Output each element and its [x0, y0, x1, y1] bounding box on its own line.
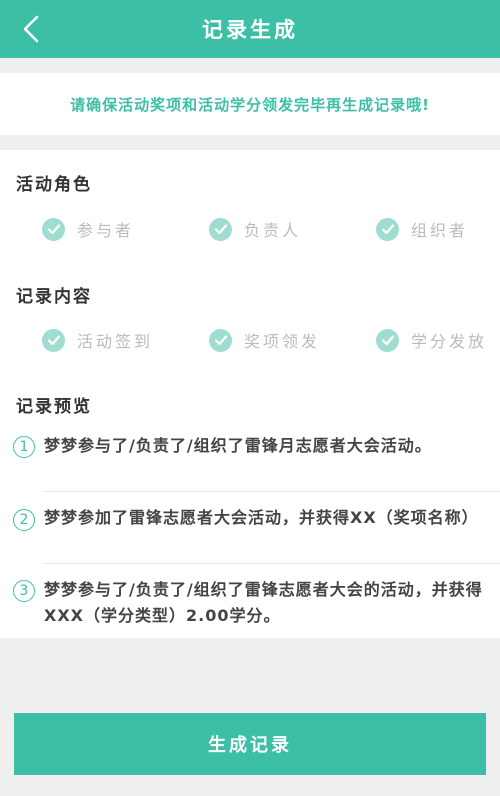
content-section-title: 记录内容 [16, 287, 92, 307]
role-option-label: 负责人 [244, 221, 302, 240]
check-icon [376, 328, 399, 352]
preview-item-number: 1 [13, 436, 35, 458]
divider [44, 563, 500, 564]
check-icon [376, 217, 399, 241]
content-option-label: 学分发放 [411, 332, 488, 351]
content-option-label: 活动签到 [77, 332, 154, 351]
preview-item-text: 梦梦参与了/负责了/组织了雷锋志愿者大会的活动，并获得XXX（学分类型）2.00… [44, 580, 483, 625]
content-option-credits[interactable]: 学分发放 [376, 325, 487, 355]
page-title: 记录生成 [202, 18, 298, 42]
preview-item-number: 2 [13, 509, 35, 531]
record-form: 活动角色 参与者 负责人 组织者 记录内容 活动签到 奖项领发 学分发放 记录预… [0, 150, 500, 638]
notice-banner: 请确保活动奖项和活动学分领发完毕再生成记录哦! [0, 73, 500, 135]
preview-item-text: 梦梦参加了雷锋志愿者大会活动，并获得XX（奖项名称） [44, 508, 479, 527]
chevron-left-icon [23, 15, 39, 43]
content-option-checkin[interactable]: 活动签到 [42, 325, 153, 355]
content-option-label: 奖项领发 [244, 332, 321, 351]
role-option-label: 组织者 [411, 221, 469, 240]
preview-item-number: 3 [13, 580, 35, 602]
back-button[interactable] [14, 12, 48, 46]
check-icon [209, 217, 232, 241]
content-option-awards[interactable]: 奖项领发 [209, 325, 320, 355]
notice-text: 请确保活动奖项和活动学分领发完毕再生成记录哦! [70, 95, 430, 114]
check-icon [42, 217, 65, 241]
check-icon [42, 328, 65, 352]
role-options: 参与者 负责人 组织者 [0, 214, 500, 244]
content-options: 活动签到 奖项领发 学分发放 [0, 325, 500, 355]
preview-item-text: 梦梦参与了/负责了/组织了雷锋月志愿者大会活动。 [44, 436, 432, 455]
role-option-leader[interactable]: 负责人 [209, 214, 301, 244]
header-bar: 记录生成 [0, 0, 500, 58]
role-option-participant[interactable]: 参与者 [42, 214, 134, 244]
preview-section-title: 记录预览 [16, 397, 92, 417]
generate-record-button[interactable]: 生成记录 [14, 713, 486, 775]
role-option-organizer[interactable]: 组织者 [376, 214, 468, 244]
role-option-label: 参与者 [77, 221, 135, 240]
role-section-title: 活动角色 [16, 175, 92, 195]
divider [44, 491, 500, 492]
check-icon [209, 328, 232, 352]
